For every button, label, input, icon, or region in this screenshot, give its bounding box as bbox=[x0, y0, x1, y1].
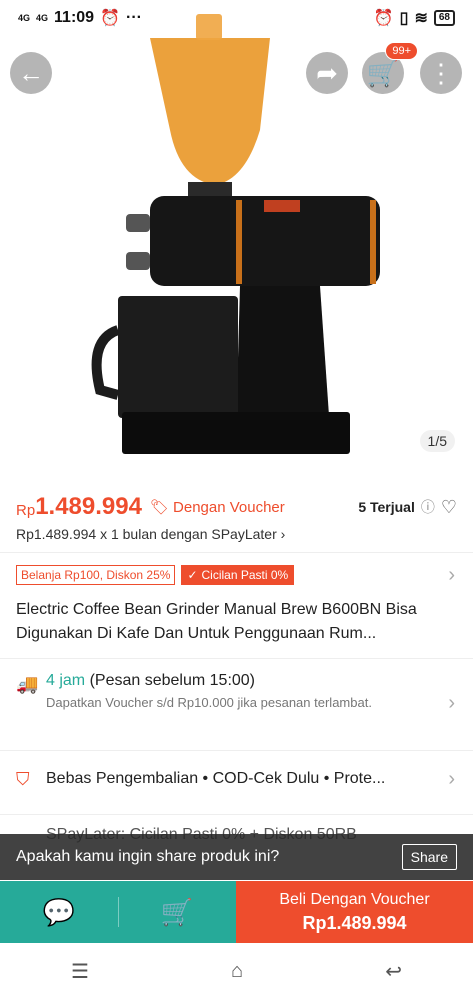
shipping-note: (Pesan sebelum 15:00) bbox=[89, 672, 256, 689]
price-amount: 1.489.994 bbox=[35, 493, 142, 520]
share-button[interactable]: ➦ bbox=[306, 52, 348, 94]
divider bbox=[0, 658, 473, 659]
image-counter: 1/5 bbox=[419, 430, 455, 452]
divider bbox=[118, 897, 119, 927]
buy-price: Rp1.489.994 bbox=[302, 912, 407, 933]
divider bbox=[0, 552, 473, 553]
share-icon: ➦ bbox=[316, 57, 338, 88]
add-to-cart-button[interactable]: 🛒 bbox=[161, 897, 193, 928]
alarm-clock-icon: ⏰ bbox=[373, 10, 394, 27]
alarm-icon: ⏰ bbox=[100, 10, 120, 27]
arrow-left-icon: ← bbox=[18, 57, 44, 88]
truck-icon: 🚚 bbox=[16, 674, 39, 694]
currency-label: Rp bbox=[16, 501, 36, 519]
more-vertical-icon: ⋮ bbox=[428, 57, 454, 88]
product-title: Electric Coffee Bean Grinder Manual Brew… bbox=[16, 601, 417, 642]
shipping-info[interactable]: 🚚 4 jam (Pesan sebelum 15:00) Dapatkan V… bbox=[0, 672, 473, 714]
back-button[interactable]: ← bbox=[10, 52, 52, 94]
shipping-time-row: 4 jam (Pesan sebelum 15:00) bbox=[46, 672, 457, 690]
chat-icon: 💬 bbox=[42, 896, 76, 927]
check-circle-icon: ✓ bbox=[187, 568, 198, 582]
cart-button[interactable]: 🛒 99+ bbox=[362, 42, 418, 94]
cart-plus-icon: 🛒 bbox=[160, 896, 194, 927]
share-toast: Apakah kamu ingin share produk ini? Shar… bbox=[0, 834, 473, 880]
toast-share-button[interactable]: Share bbox=[401, 844, 457, 870]
spaylater-text: Rp1.489.994 x 1 bulan dengan SPayLater bbox=[16, 526, 277, 542]
chevron-right-icon: › bbox=[448, 692, 455, 714]
wifi-icon: ≋ bbox=[414, 10, 428, 27]
shield-icon: ⛉ bbox=[16, 768, 30, 789]
cart-icon: 🛒 bbox=[366, 57, 400, 88]
cicilan-tag: ✓ Cicilan Pasti 0% bbox=[181, 565, 295, 585]
promo-tag: Belanja Rp100, Diskon 25% bbox=[16, 565, 176, 585]
voucher-icon: 🏷 bbox=[149, 499, 170, 516]
sold-count: 5 Terjual bbox=[358, 499, 415, 515]
price-row: Rp 1.489.994 🏷 Dengan Voucher 5 Terjual … bbox=[0, 490, 473, 524]
cicilan-label: Cicilan Pasti 0% bbox=[201, 568, 289, 582]
more-dots-icon: ··· bbox=[126, 9, 142, 26]
signal-icon-2: 4G bbox=[36, 12, 49, 23]
chevron-right-icon: › bbox=[280, 526, 286, 542]
buy-with-voucher-button[interactable]: Beli Dengan Voucher Rp1.489.994 bbox=[236, 881, 473, 943]
system-nav-bar: ☰ ⌂ ↩ bbox=[0, 943, 473, 1000]
back-icon[interactable]: ↩ bbox=[385, 959, 402, 984]
sold-info: 5 Terjual ⓘ ♡ bbox=[358, 497, 457, 518]
promo-tags[interactable]: Belanja Rp100, Diskon 25% ✓ Cicilan Past… bbox=[0, 562, 473, 588]
toast-text: Apakah kamu ingin share produk ini? bbox=[16, 848, 280, 865]
voucher-text: Dengan Voucher bbox=[173, 498, 285, 516]
cart-badge: 99+ bbox=[385, 42, 418, 60]
vibrate-icon: ▯ bbox=[399, 10, 409, 27]
spaylater-link[interactable]: Rp1.489.994 x 1 bulan dengan SPayLater › bbox=[0, 526, 473, 542]
bottom-action-bar: 💬 🛒 Beli Dengan Voucher Rp1.489.994 bbox=[0, 881, 473, 943]
status-bar: 4G 4G 11:09 ⏰ ··· ⏰ ▯ ≋ 68 bbox=[0, 0, 473, 36]
home-icon[interactable]: ⌂ bbox=[231, 960, 243, 983]
divider bbox=[0, 814, 473, 815]
battery-icon: 68 bbox=[433, 10, 455, 26]
shipping-time: 4 jam bbox=[46, 672, 86, 689]
benefits-row[interactable]: ⛉ Bebas Pengembalian • COD-Cek Dulu • Pr… bbox=[0, 762, 473, 796]
chevron-right-icon: › bbox=[448, 563, 455, 586]
shipping-subtext: Dapatkan Voucher s/d Rp10.000 jika pesan… bbox=[46, 695, 372, 710]
more-button[interactable]: ⋮ bbox=[420, 52, 462, 94]
chevron-right-icon: › bbox=[448, 767, 455, 790]
divider bbox=[0, 750, 473, 751]
buy-label: Beli Dengan Voucher bbox=[279, 890, 430, 908]
clock-text: 11:09 bbox=[54, 9, 95, 26]
chat-button[interactable]: 💬 bbox=[43, 897, 75, 928]
help-icon[interactable]: ⓘ bbox=[421, 497, 435, 517]
heart-icon[interactable]: ♡ bbox=[441, 497, 457, 518]
benefits-text: Bebas Pengembalian • COD-Cek Dulu • Prot… bbox=[46, 770, 386, 787]
bottom-left-actions: 💬 🛒 bbox=[0, 881, 236, 943]
menu-icon[interactable]: ☰ bbox=[71, 959, 89, 984]
voucher-label: 🏷 Dengan Voucher bbox=[149, 498, 285, 517]
signal-icon: 4G bbox=[18, 12, 31, 23]
